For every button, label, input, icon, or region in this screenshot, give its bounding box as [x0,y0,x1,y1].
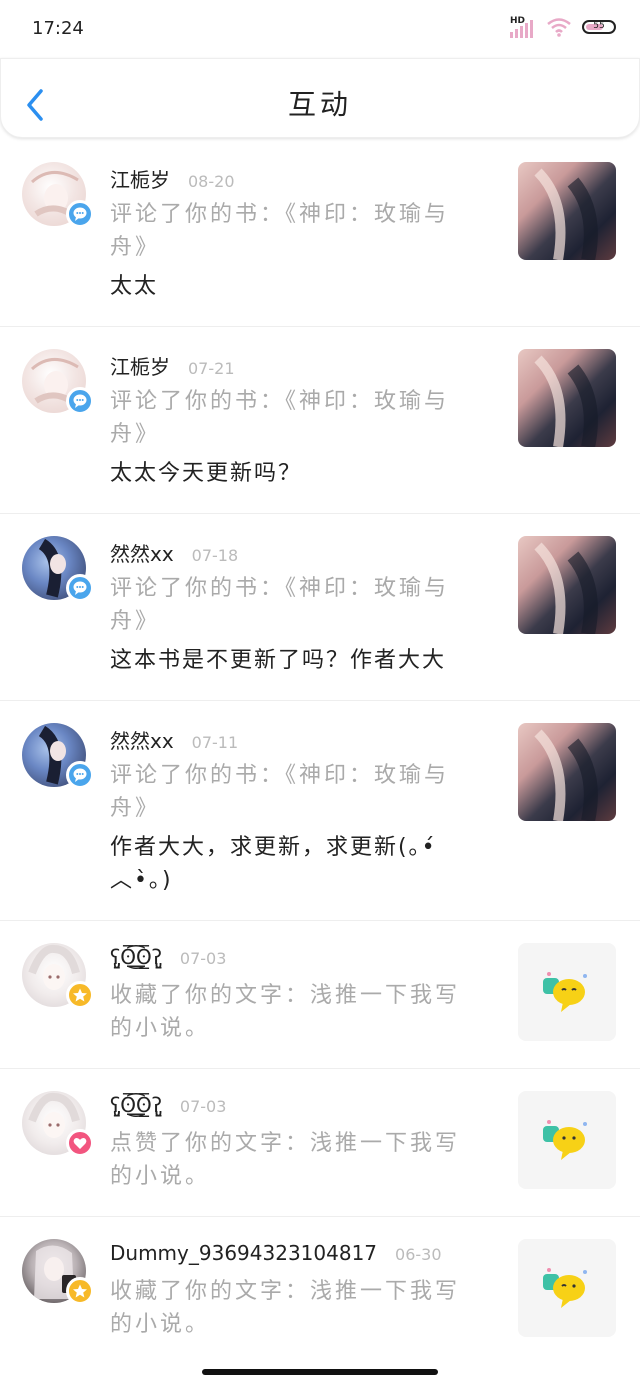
username[interactable]: 江栀岁 [110,351,170,380]
star-badge-icon [66,981,94,1009]
item-meta: Dummy_93694323104817 06-30 [110,1241,442,1265]
comment-text: 作者大大，求更新，求更新(｡•́︿•̀｡) [110,835,437,893]
date: 06-30 [395,1245,442,1264]
battery-level: 55 [593,21,605,31]
item-meta: ʕ̡̢̡ʘ̅͟͜͡ʘ̲̅ʔ̢̡̢ 07-03 [110,945,226,969]
wifi-icon [547,18,571,37]
action-text: 评论了你的书：《神印：玫瑜与舟》 [110,763,450,821]
action-text: 收藏了你的文字：浅推一下我写的小说。 [110,983,461,1041]
battery-icon: 55 [582,20,616,34]
action-text: 评论了你的书：《神印：玫瑜与舟》 [110,576,450,634]
username[interactable]: 然然xx [110,538,174,567]
post-thumbnail[interactable] [518,1091,616,1189]
username[interactable]: 然然xx [110,725,174,754]
action-text: 评论了你的书：《神印：玫瑜与舟》 [110,202,450,260]
chat-bubble-icon [543,1268,587,1308]
list-item[interactable]: Dummy_93694323104817 06-30 收藏了你的文字：浅推一下我… [0,1217,640,1367]
comment-badge-icon [66,200,94,228]
list-item[interactable]: 江栀岁 07-21 评论了你的书：《神印：玫瑜与舟》 太太今天更新吗？ [0,327,640,514]
chat-bubble-icon [543,1120,587,1160]
home-indicator[interactable] [202,1369,438,1375]
signal-icon: HD [510,16,536,38]
username[interactable]: ʕ̡̢̡ʘ̅͟͜͡ʘ̲̅ʔ̢̡̢ [110,1093,162,1117]
book-cover-thumbnail[interactable] [518,162,616,260]
date: 07-21 [188,359,235,378]
comment-badge-icon [66,761,94,789]
list-item[interactable]: 江栀岁 08-20 评论了你的书：《神印：玫瑜与舟》 太太 [0,140,640,327]
username[interactable]: ʕ̡̢̡ʘ̅͟͜͡ʘ̲̅ʔ̢̡̢ [110,945,162,969]
status-bar: 17:24 HD 55 [0,0,640,58]
post-thumbnail[interactable] [518,943,616,1041]
book-cover-thumbnail[interactable] [518,723,616,821]
list-item[interactable]: 然然xx 07-11 评论了你的书：《神印：玫瑜与舟》 作者大大，求更新，求更新… [0,701,640,921]
action-text: 收藏了你的文字：浅推一下我写的小说。 [110,1279,461,1337]
status-time: 17:24 [32,18,84,39]
comment-text: 这本书是不更新了吗？作者大大 [110,648,447,673]
list-item[interactable]: ʕ̡̢̡ʘ̅͟͜͡ʘ̲̅ʔ̢̡̢ 07-03 点赞了你的文字：浅推一下我写的小说… [0,1069,640,1217]
comment-text: 太太今天更新吗？ [110,461,303,486]
comment-badge-icon [66,574,94,602]
list-item[interactable]: 然然xx 07-18 评论了你的书：《神印：玫瑜与舟》 这本书是不更新了吗？作者… [0,514,640,701]
chat-bubble-icon [543,972,587,1012]
item-meta: 江栀岁 08-20 [110,164,235,193]
date: 08-20 [188,172,235,191]
username[interactable]: Dummy_93694323104817 [110,1241,377,1265]
item-meta: ʕ̡̢̡ʘ̅͟͜͡ʘ̲̅ʔ̢̡̢ 07-03 [110,1093,226,1117]
action-text: 点赞了你的文字：浅推一下我写的小说。 [110,1131,461,1189]
item-meta: 江栀岁 07-21 [110,351,235,380]
heart-badge-icon [66,1129,94,1157]
date: 07-03 [179,949,227,968]
username[interactable]: 江栀岁 [110,164,170,193]
list-item[interactable]: ʕ̡̢̡ʘ̅͟͜͡ʘ̲̅ʔ̢̡̢ 07-03 收藏了你的文字：浅推一下我写的小说… [0,921,640,1069]
item-meta: 然然xx 07-18 [110,538,238,567]
date: 07-03 [179,1097,227,1116]
top-bar: 互动 [0,58,640,138]
date: 07-18 [191,546,239,565]
post-thumbnail[interactable] [518,1239,616,1337]
comment-badge-icon [66,387,94,415]
comment-text: 太太 [110,274,159,299]
page-title: 互动 [287,88,352,121]
system-icons: HD 55 [510,16,616,38]
interaction-list: 江栀岁 08-20 评论了你的书：《神印：玫瑜与舟》 太太 江栀岁 07-21 … [0,140,640,1367]
date: 07-11 [191,733,239,752]
action-text: 评论了你的书：《神印：玫瑜与舟》 [110,389,450,447]
item-meta: 然然xx 07-11 [110,725,238,754]
book-cover-thumbnail[interactable] [518,349,616,447]
star-badge-icon [66,1277,94,1305]
book-cover-thumbnail[interactable] [518,536,616,634]
